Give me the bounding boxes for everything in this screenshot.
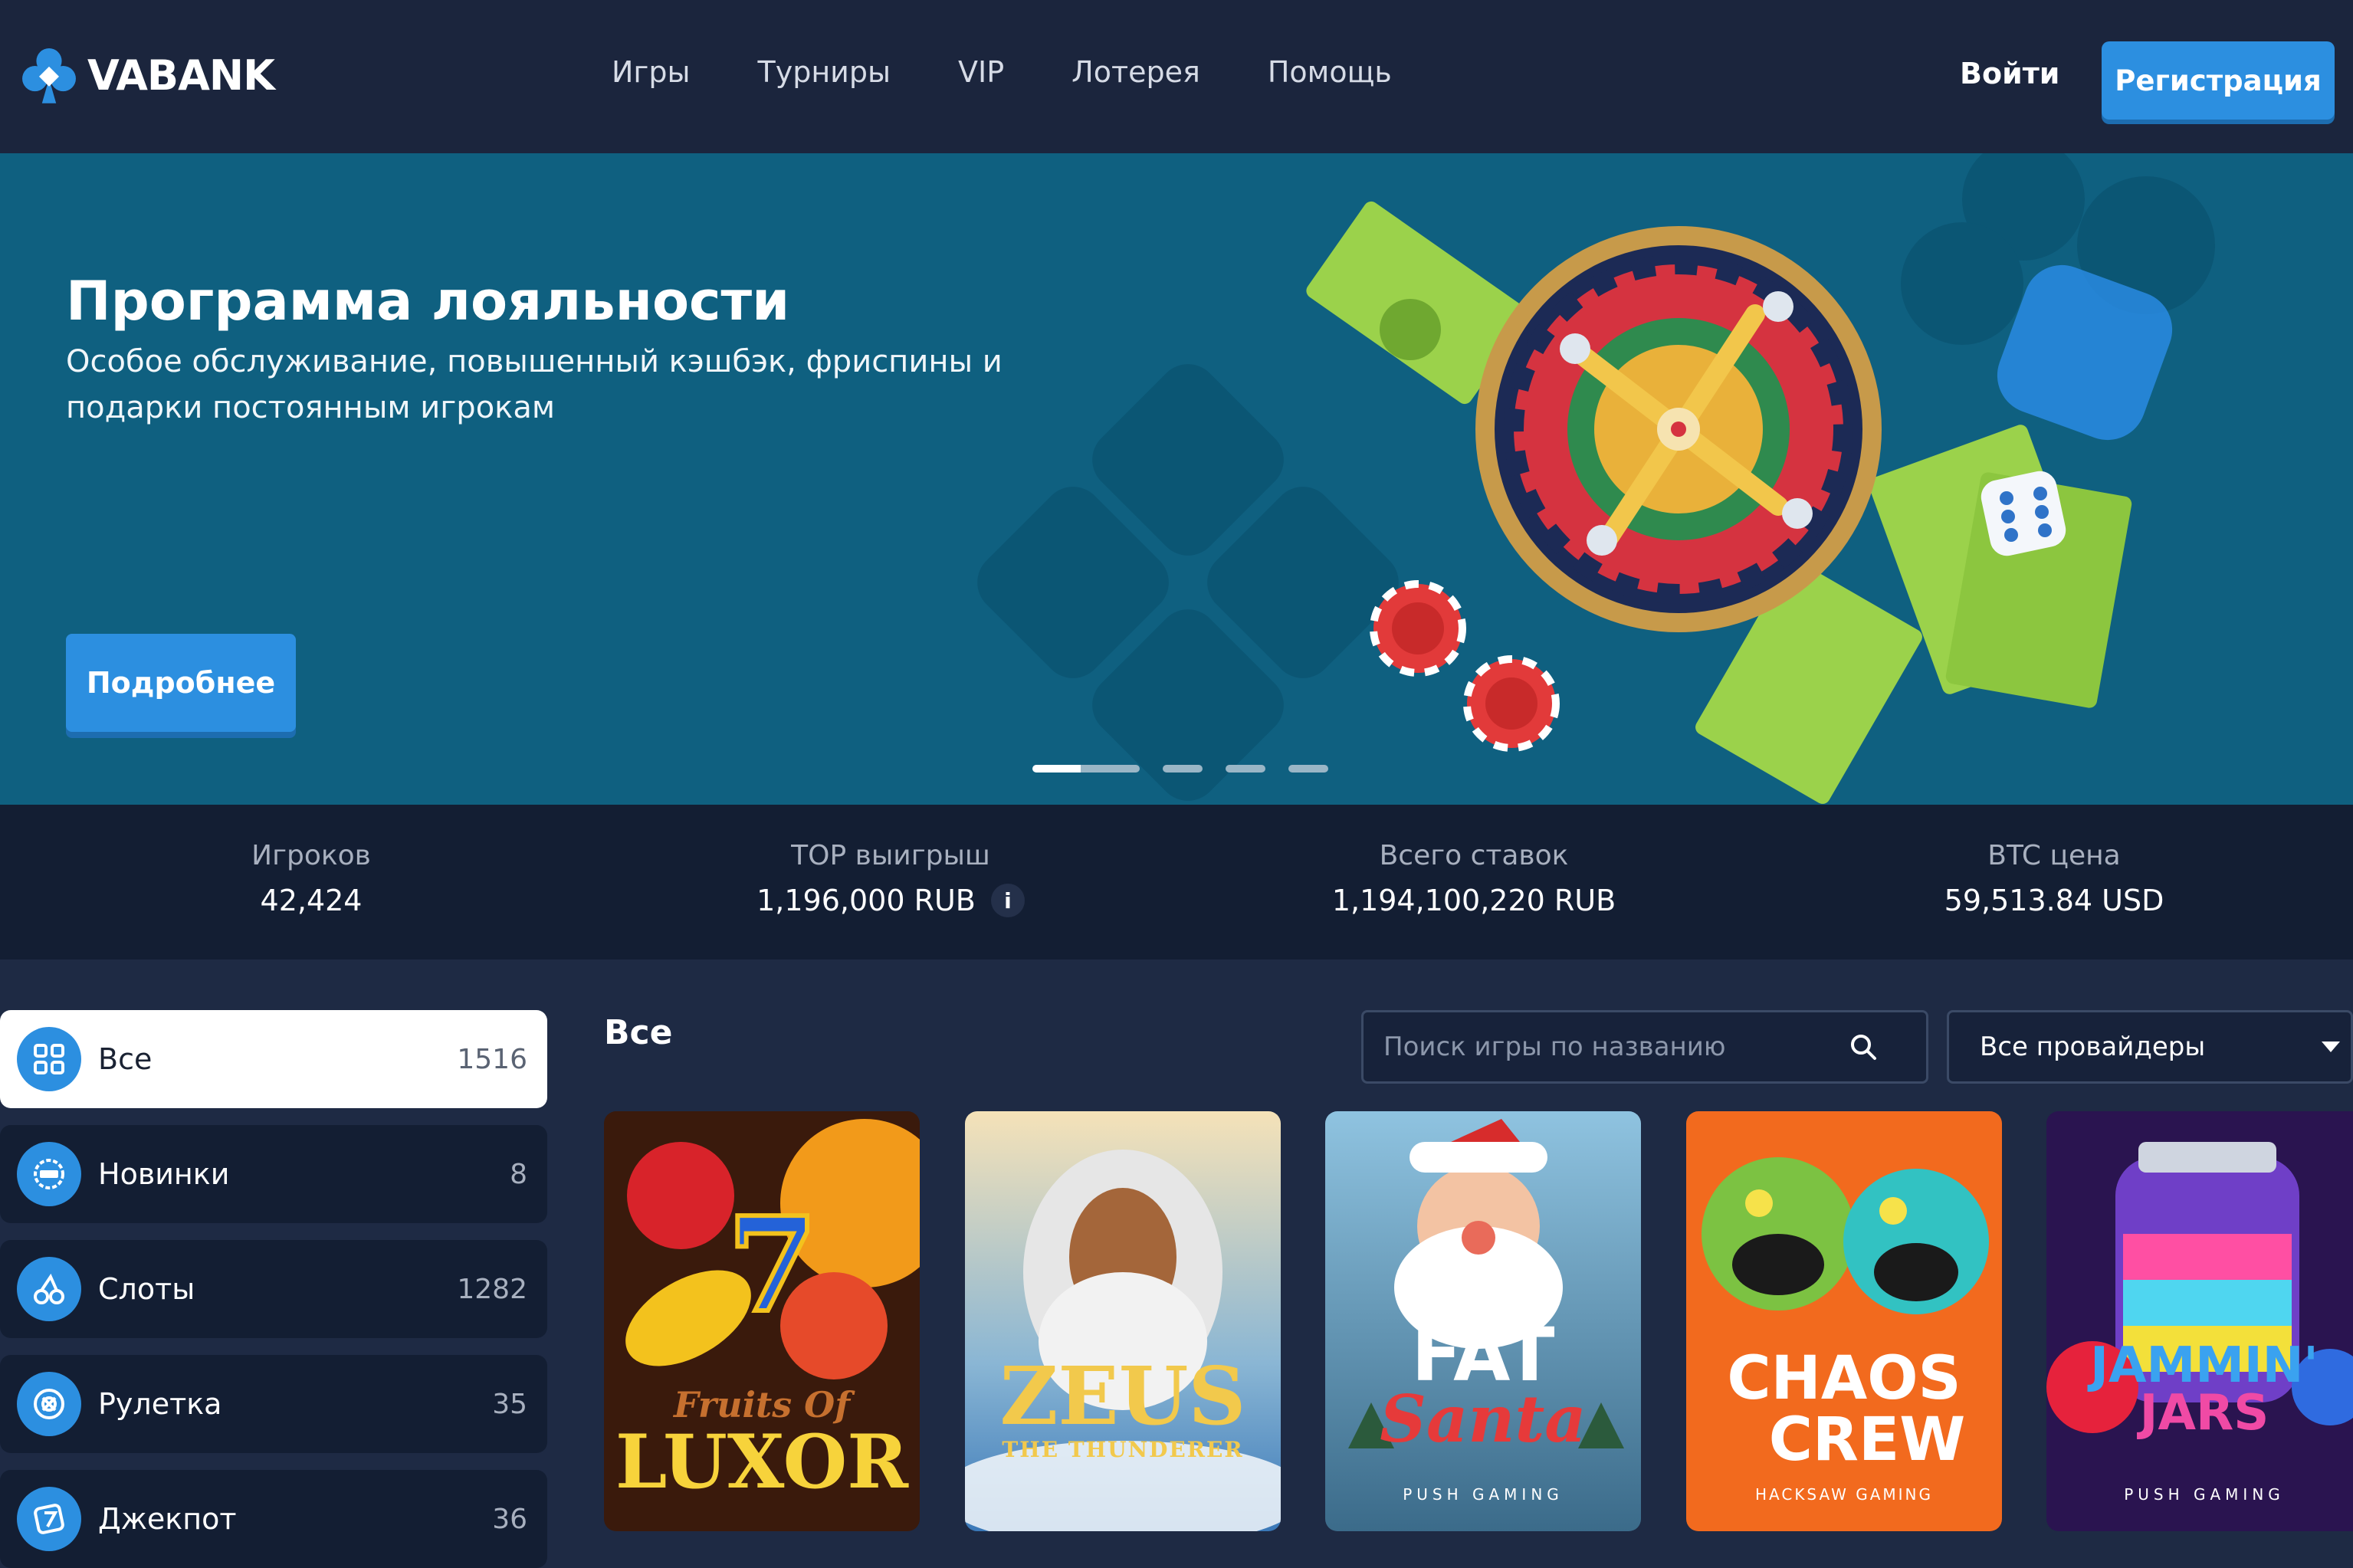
game-card-zeus-the-thunderer[interactable]: ZEUS THE THUNDERER [965, 1111, 1281, 1531]
jackpot-seven-icon [17, 1487, 81, 1551]
stat-label: Игроков [251, 840, 371, 871]
info-icon[interactable]: i [990, 884, 1025, 917]
brand-name: VABANK [87, 51, 275, 100]
slide-dot-4[interactable] [1288, 765, 1328, 773]
site-header: VABANK Игры Турниры VIP Лотерея Помощь В… [0, 0, 2353, 153]
category-label: Джекпот [98, 1502, 237, 1536]
game-card-fat-santa[interactable]: FAT Santa PUSH GAMING [1325, 1111, 1641, 1531]
nav-vip[interactable]: VIP [958, 55, 1004, 89]
slider-pagination [1032, 765, 1351, 773]
category-slots[interactable]: Слоты 1282 [0, 1240, 547, 1338]
slide-dot-1[interactable] [1032, 765, 1140, 773]
provider-select-value: Все провайдеры [1980, 1032, 2206, 1062]
game-title-line2: Santa [1380, 1381, 1587, 1457]
nav-lottery[interactable]: Лотерея [1071, 55, 1200, 89]
login-button[interactable]: Войти [1960, 57, 2059, 90]
game-title-line2: LUXOR [615, 1419, 909, 1505]
learn-more-button[interactable]: Подробнее [66, 634, 296, 732]
game-title-line2: JARS [2139, 1385, 2269, 1442]
category-label: Новинки [98, 1157, 230, 1191]
club-logo-icon [22, 48, 76, 103]
stat-value: 42,424 [260, 884, 363, 917]
category-count: 8 [510, 1158, 527, 1190]
stat-value: 59,513.84 USD [1944, 884, 2164, 917]
game-provider: HACKSAW GAMING [1754, 1485, 1934, 1504]
category-count: 1282 [457, 1273, 527, 1305]
category-all[interactable]: Все 1516 [0, 1010, 547, 1108]
game-provider: PUSH GAMING [2124, 1485, 2285, 1504]
game-title-line1: CHAOS [1727, 1344, 1961, 1413]
grid-icon [17, 1027, 81, 1091]
new-badge-icon [17, 1142, 81, 1206]
game-title-line2: CREW [1768, 1406, 1966, 1475]
game-title-line1: JAMMIN' [2090, 1337, 2319, 1394]
stat-btc-price: BTC цена 59,513.84 USD [1901, 840, 2207, 917]
game-thumbnail [965, 1111, 1281, 1531]
search-input[interactable] [1364, 1032, 1840, 1062]
chevron-down-icon [2322, 1042, 2340, 1052]
category-roulette[interactable]: Рулетка 35 [0, 1355, 547, 1453]
logo[interactable]: VABANK [14, 40, 275, 110]
nav-help[interactable]: Помощь [1268, 55, 1392, 89]
game-provider: PUSH GAMING [1403, 1485, 1564, 1504]
register-button[interactable]: Регистрация [2102, 41, 2335, 120]
game-card-jammin-jars[interactable]: JAMMIN' JARS PUSH GAMING [2046, 1111, 2353, 1531]
svg-text:7: 7 [727, 1189, 818, 1342]
stat-total-bets: Всего ставок 1,194,100,220 RUB [1321, 840, 1627, 917]
search-icon[interactable] [1840, 1024, 1886, 1070]
slide-dot-3[interactable] [1226, 765, 1265, 773]
games-section-title: Все [604, 1013, 673, 1052]
roulette-icon [17, 1372, 81, 1436]
category-count: 36 [492, 1503, 527, 1535]
nav-games[interactable]: Игры [612, 55, 691, 89]
stat-players: Игроков 42,424 [196, 840, 426, 917]
banner-subtitle: Особое обслуживание, повышенный кэшбэк, … [66, 344, 1003, 425]
slide-dot-2[interactable] [1163, 765, 1203, 773]
category-count: 35 [492, 1388, 527, 1420]
category-label: Рулетка [98, 1387, 222, 1421]
game-search [1361, 1010, 1928, 1084]
category-jackpot[interactable]: Джекпот 36 [0, 1470, 547, 1568]
stat-label: Всего ставок [1379, 840, 1569, 871]
banner-illustration [977, 153, 2215, 804]
provider-select[interactable]: Все провайдеры [1947, 1010, 2353, 1084]
cherry-icon [17, 1257, 81, 1321]
nav-tournaments[interactable]: Турниры [758, 55, 891, 89]
promo-banner: Программа лояльности Особое обслуживание… [0, 153, 2353, 805]
stat-value: 1,194,100,220 RUB [1331, 884, 1616, 917]
stat-value: 1,196,000 RUB [756, 884, 976, 917]
stat-label: TOP выигрыш [791, 840, 990, 871]
game-title-line1: ZEUS [999, 1349, 1246, 1443]
category-label: Слоты [98, 1272, 195, 1306]
stats-bar: Игроков 42,424 TOP выигрыш 1,196,000 RUB… [0, 805, 2353, 959]
category-new[interactable]: Новинки 8 [0, 1125, 547, 1223]
banner-title: Программа лояльности [66, 270, 790, 333]
category-count: 1516 [457, 1043, 527, 1075]
game-title-line1: Fruits Of [673, 1384, 851, 1425]
main-nav: Игры Турниры VIP Лотерея Помощь [612, 55, 1459, 89]
category-label: Все [98, 1042, 153, 1076]
game-thumbnail [2046, 1111, 2353, 1531]
stat-top-win: TOP выигрыш 1,196,000 RUB i [737, 840, 1044, 917]
game-title-line2: THE THUNDERER [1002, 1437, 1244, 1462]
stat-label: BTC цена [1987, 840, 2121, 871]
game-card-chaos-crew[interactable]: CHAOS CREW HACKSAW GAMING [1686, 1111, 2002, 1531]
game-card-fruits-of-luxor[interactable]: 7 Fruits Of LUXOR [604, 1111, 920, 1531]
stat-value-row: 1,196,000 RUB i [737, 884, 1044, 917]
